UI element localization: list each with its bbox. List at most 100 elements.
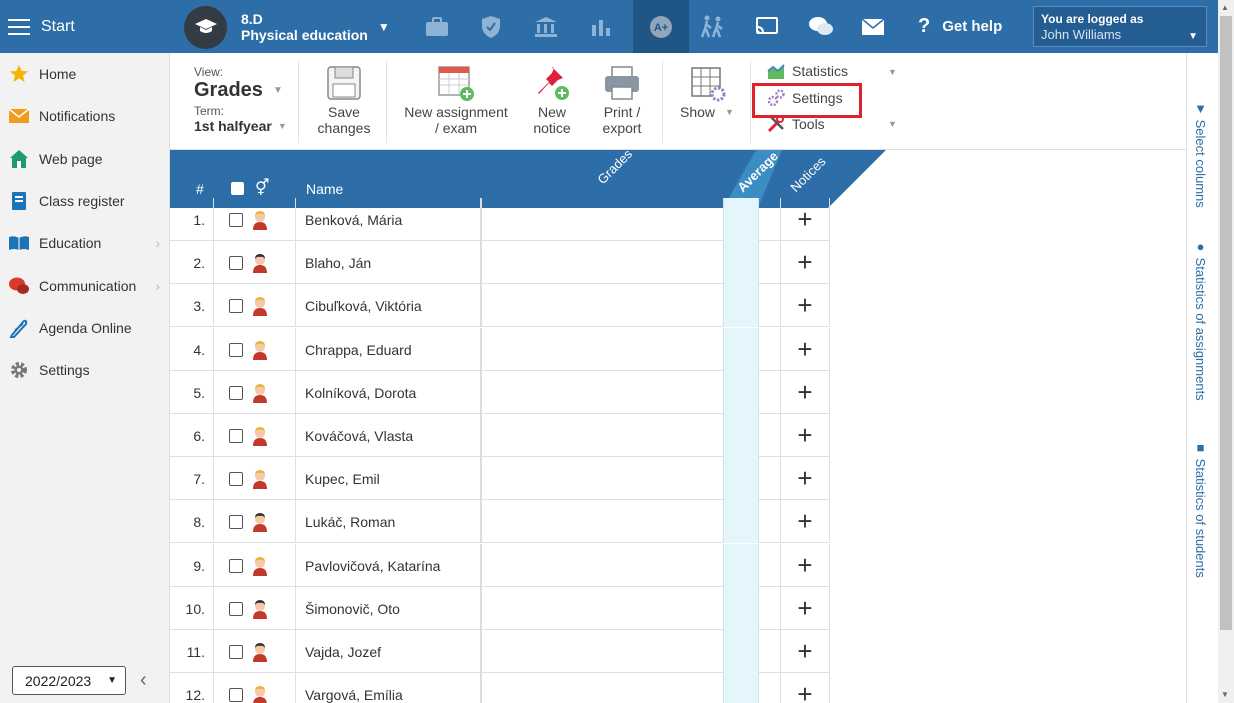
institution-icon[interactable] <box>519 0 573 53</box>
add-notice-icon[interactable]: + <box>781 198 830 241</box>
grades-cell[interactable] <box>482 371 723 414</box>
scroll-up-icon[interactable]: ▲ <box>1221 3 1229 12</box>
student-name[interactable]: Cibuľková, Viktória <box>296 284 482 327</box>
sidebar-item-education[interactable]: Education › <box>0 223 170 263</box>
add-notice-icon[interactable]: + <box>781 457 830 500</box>
spacer-cell <box>759 630 781 673</box>
bar-chart-icon[interactable] <box>574 0 628 53</box>
average-cell <box>723 284 759 327</box>
grades-cell[interactable] <box>482 241 723 284</box>
user-account-dropdown[interactable]: You are logged as John Williams ▼ <box>1033 6 1207 47</box>
grades-cell[interactable] <box>482 500 723 543</box>
add-notice-icon[interactable]: + <box>781 414 830 457</box>
school-year-select[interactable]: 2022/2023 ▼ <box>12 666 126 695</box>
sidebar-item-home[interactable]: Home <box>0 54 170 94</box>
scrollbar-thumb[interactable] <box>1220 16 1232 630</box>
student-name[interactable]: Kolníková, Dorota <box>296 371 482 414</box>
row-checkbox[interactable] <box>229 298 243 313</box>
row-checkbox[interactable] <box>229 212 243 227</box>
student-name[interactable]: Pavlovičová, Katarína <box>296 544 482 587</box>
student-name[interactable]: Šimonovič, Oto <box>296 587 482 630</box>
add-notice-icon[interactable]: + <box>781 371 830 414</box>
row-checkbox[interactable] <box>229 644 243 659</box>
add-notice-icon[interactable]: + <box>781 587 830 630</box>
show-button[interactable]: Show ▼ <box>672 63 742 120</box>
row-checkbox[interactable] <box>229 342 243 357</box>
view-dropdown[interactable]: Grades ▼ <box>194 79 287 102</box>
student-name[interactable]: Kováčová, Vlasta <box>296 414 482 457</box>
walking-people-icon[interactable] <box>685 0 739 53</box>
sidebar-item-agenda-online[interactable]: Agenda Online <box>0 308 170 348</box>
grades-cell[interactable] <box>482 587 723 630</box>
add-notice-icon[interactable]: + <box>781 630 830 673</box>
new-assignment-label-line2: / exam <box>434 120 477 136</box>
statistics-of-students-tab[interactable]: ■ Statistics of students <box>1193 440 1208 578</box>
select-columns-tab[interactable]: ▼ Select columns <box>1193 101 1208 208</box>
sidebar-item-web-page[interactable]: Web page <box>0 139 170 179</box>
row-checkbox[interactable] <box>229 558 243 573</box>
sidebar-item-settings[interactable]: Settings <box>0 350 170 390</box>
sidebar-item-notifications[interactable]: Notifications <box>0 96 170 136</box>
statistics-menu-item[interactable]: Statistics <box>766 60 848 82</box>
start-menu-button[interactable]: Start <box>0 0 170 53</box>
briefcase-icon[interactable] <box>410 0 464 53</box>
student-name[interactable]: Vargová, Emília <box>296 673 482 703</box>
table-row: 2. Blaho, Ján + <box>170 241 830 284</box>
grades-cell[interactable] <box>482 673 723 703</box>
shield-icon[interactable] <box>464 0 518 53</box>
row-checkbox[interactable] <box>229 428 243 443</box>
add-notice-icon[interactable]: + <box>781 500 830 543</box>
vertical-scrollbar[interactable]: ▲ ▼ <box>1218 0 1234 703</box>
row-checkbox[interactable] <box>229 601 243 616</box>
row-checkbox[interactable] <box>229 385 243 400</box>
row-checkbox[interactable] <box>229 255 243 270</box>
grades-cell[interactable] <box>482 328 723 371</box>
chat-bubbles-icon[interactable] <box>794 0 848 53</box>
chevron-down-icon[interactable]: ▼ <box>888 119 897 129</box>
sidebar-item-communication[interactable]: Communication › <box>0 266 170 306</box>
add-notice-icon[interactable]: + <box>781 328 830 371</box>
table-row: 7. Kupec, Emil + <box>170 457 830 500</box>
chat-icon <box>8 275 30 297</box>
statistics-of-assignments-tab[interactable]: ● Statistics of assignments <box>1193 239 1208 401</box>
collapse-sidebar-icon[interactable]: ‹ <box>140 669 147 692</box>
add-notice-icon[interactable]: + <box>781 241 830 284</box>
scroll-down-icon[interactable]: ▼ <box>1221 690 1229 699</box>
grades-icon[interactable]: A+ <box>633 0 689 53</box>
class-selector[interactable]: 8.D Physical education ▼ <box>184 5 390 49</box>
get-help-button[interactable]: ? Get help <box>918 0 1002 53</box>
student-name[interactable]: Kupec, Emil <box>296 457 482 500</box>
student-name[interactable]: Chrappa, Eduard <box>296 328 482 371</box>
grades-cell[interactable] <box>482 630 723 673</box>
add-notice-icon[interactable]: + <box>781 544 830 587</box>
question-mark-icon: ? <box>918 15 931 37</box>
column-header-name[interactable]: Name <box>306 181 343 197</box>
grades-cell[interactable] <box>482 284 723 327</box>
new-notice-button[interactable]: New notice <box>524 63 580 136</box>
student-name[interactable]: Blaho, Ján <box>296 241 482 284</box>
save-changes-button[interactable]: Save changes <box>312 63 376 136</box>
student-name[interactable]: Lukáč, Roman <box>296 500 482 543</box>
grades-cell[interactable] <box>482 198 723 241</box>
sidebar-item-label: Agenda Online <box>39 320 132 336</box>
sidebar-item-class-register[interactable]: Class register <box>0 181 170 221</box>
row-number: 5. <box>170 371 214 414</box>
show-label: Show <box>680 104 716 120</box>
term-dropdown[interactable]: 1st halfyear ▼ <box>194 118 287 134</box>
row-checkbox[interactable] <box>229 471 243 486</box>
grades-cell[interactable] <box>482 544 723 587</box>
grades-cell[interactable] <box>482 414 723 457</box>
grades-cell[interactable] <box>482 457 723 500</box>
chevron-down-icon[interactable]: ▼ <box>888 67 897 77</box>
student-name[interactable]: Vajda, Jozef <box>296 630 482 673</box>
row-checkbox[interactable] <box>229 687 243 702</box>
add-notice-icon[interactable]: + <box>781 673 830 703</box>
cast-screen-icon[interactable] <box>740 0 794 53</box>
print-export-button[interactable]: Print / export <box>592 63 652 136</box>
new-assignment-button[interactable]: New assignment / exam <box>398 63 514 136</box>
add-notice-icon[interactable]: + <box>781 284 830 327</box>
select-all-checkbox[interactable] <box>231 182 244 195</box>
mail-icon[interactable] <box>846 0 900 53</box>
student-name[interactable]: Benková, Mária <box>296 198 482 241</box>
row-checkbox[interactable] <box>229 514 243 529</box>
